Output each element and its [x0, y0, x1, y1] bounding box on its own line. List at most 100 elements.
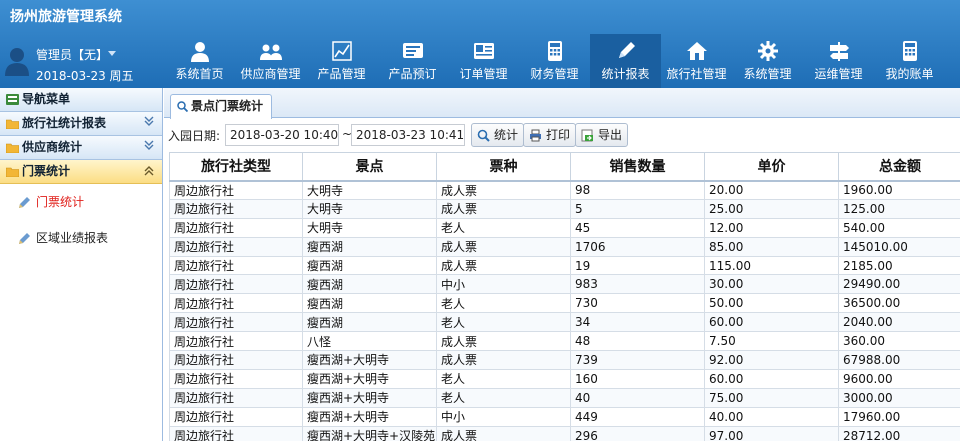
column-header[interactable]: 票种: [436, 152, 571, 182]
sidebar-group-label: 供应商统计: [22, 140, 83, 154]
table-cell: 36500.00: [838, 293, 960, 314]
sidebar-group-0[interactable]: 旅行社统计报表: [0, 112, 162, 136]
print-button[interactable]: 打印: [523, 123, 577, 147]
table-cell: 成人票: [436, 236, 571, 257]
search-icon: [477, 129, 490, 142]
sidebar-header-label: 导航菜单: [22, 92, 71, 106]
table-row[interactable]: 周边旅行社 大明寺 成人票 5 25.00 125.00: [169, 198, 960, 219]
nav-item-label: 产品管理: [317, 67, 366, 81]
table-cell: 老人: [436, 217, 571, 238]
table-cell: 48: [570, 331, 705, 352]
pencil-icon: [19, 197, 30, 208]
table-cell: 老人: [436, 312, 571, 333]
nav-item-0[interactable]: 系统首页: [164, 34, 235, 88]
table-cell: 60.00: [704, 312, 839, 333]
table-row[interactable]: 周边旅行社 瘦西湖+大明寺 中小 449 40.00 17960.00: [169, 406, 960, 427]
sidebar-subitem-0[interactable]: 门票统计: [0, 184, 162, 220]
table-cell: 145010.00: [838, 236, 960, 257]
date-label: 入园日期:: [168, 129, 221, 143]
table-row[interactable]: 周边旅行社 大明寺 老人 45 12.00 540.00: [169, 217, 960, 238]
chevron-up-icon[interactable]: [144, 164, 154, 176]
stat-button-label: 统计: [494, 128, 519, 142]
nav-item-5[interactable]: 财务管理: [519, 34, 590, 88]
table-cell: 成人票: [436, 425, 571, 441]
nav-item-10[interactable]: 我的账单: [874, 34, 945, 88]
menu-icon: [6, 94, 19, 105]
nav-item-8[interactable]: 系统管理: [732, 34, 803, 88]
table-cell: 85.00: [704, 236, 839, 257]
table-cell: 29490.00: [838, 274, 960, 295]
nav-item-label: 旅行社管理: [666, 67, 727, 81]
user-name[interactable]: 管理员【无】: [36, 46, 108, 63]
chevron-down-icon[interactable]: [144, 116, 154, 128]
sidebar-group-2[interactable]: 门票统计: [0, 160, 162, 184]
export-button[interactable]: 导出: [575, 123, 629, 147]
table-row[interactable]: 周边旅行社 大明寺 成人票 98 20.00 1960.00: [169, 180, 960, 200]
sidebar-group-1[interactable]: 供应商统计: [0, 136, 162, 160]
table-cell: 9600.00: [838, 368, 960, 389]
nav-item-1[interactable]: 供应商管理: [235, 34, 306, 88]
chevron-down-icon[interactable]: [144, 140, 154, 152]
nav-item-9[interactable]: 运维管理: [803, 34, 874, 88]
table-cell: 40: [570, 387, 705, 408]
table-cell: 成人票: [436, 198, 571, 219]
table-cell: 瘦西湖+大明寺: [302, 368, 437, 389]
table-cell: 瘦西湖: [302, 255, 437, 276]
nav-item-7[interactable]: 旅行社管理: [661, 34, 732, 88]
table-row[interactable]: 周边旅行社 瘦西湖+大明寺 老人 160 60.00 9600.00: [169, 368, 960, 389]
table-cell: 周边旅行社: [169, 350, 303, 370]
column-header[interactable]: 景点: [302, 152, 437, 182]
end-date-input[interactable]: [351, 124, 465, 146]
table-cell: 周边旅行社: [169, 425, 303, 441]
stat-button[interactable]: 统计: [471, 123, 525, 147]
table-row[interactable]: 周边旅行社 瘦西湖+大明寺+汉陵苑 成人票 296 97.00 28712.00: [169, 425, 960, 441]
home-icon: [686, 42, 707, 60]
table-cell: 瘦西湖: [302, 293, 437, 314]
group-icon: [259, 44, 282, 60]
table-body: 周边旅行社 大明寺 成人票 98 20.00 1960.00 周边旅行社 大明寺 成人票 5 25.…: [169, 180, 960, 441]
signpost-icon: [829, 42, 849, 61]
table-row[interactable]: 周边旅行社 瘦西湖 中小 983 30.00 29490.00: [169, 274, 960, 295]
table-cell: 125.00: [838, 198, 960, 219]
table-row[interactable]: 周边旅行社 瘦西湖 成人票 19 115.00 2185.00: [169, 255, 960, 276]
table-row[interactable]: 周边旅行社 瘦西湖+大明寺 成人票 739 92.00 67988.00: [169, 350, 960, 370]
nav-item-label: 运维管理: [814, 67, 863, 81]
table-cell: 92.00: [704, 350, 839, 370]
column-header[interactable]: 旅行社类型: [169, 152, 303, 182]
table-cell: 八怪: [302, 331, 437, 352]
print-button-label: 打印: [546, 128, 571, 142]
start-date-input[interactable]: [225, 124, 339, 146]
table-row[interactable]: 周边旅行社 瘦西湖 成人票 1706 85.00 145010.00: [169, 236, 960, 257]
nav-item-2[interactable]: 产品管理: [306, 34, 377, 88]
app-title: 扬州旅游管理系统: [10, 9, 122, 25]
table-cell: 5: [570, 198, 705, 219]
table-cell: 瘦西湖+大明寺+汉陵苑: [302, 425, 437, 441]
column-header[interactable]: 销售数量: [570, 152, 705, 182]
table-cell: 30.00: [704, 274, 839, 295]
column-header[interactable]: 总金额: [838, 152, 960, 182]
tab-ticket-stats[interactable]: 景点门票统计: [170, 94, 272, 119]
person-icon: [190, 42, 209, 62]
nav-item-3[interactable]: 产品预订: [377, 34, 448, 88]
news-icon: [402, 43, 423, 58]
table-cell: 25.00: [704, 198, 839, 219]
folder-icon: [6, 119, 19, 129]
chevron-down-icon[interactable]: [108, 51, 116, 56]
table-row[interactable]: 周边旅行社 瘦西湖 老人 730 50.00 36500.00: [169, 293, 960, 314]
app-header: 扬州旅游管理系统 管理员【无】 2018-03-23 周五 系统首页 供应商管理 产…: [0, 0, 960, 88]
export-button-label: 导出: [598, 128, 623, 142]
nav-item-6[interactable]: 统计报表: [590, 34, 661, 88]
table-cell: 7.50: [704, 331, 839, 352]
table-cell: 28712.00: [838, 425, 960, 441]
table-row[interactable]: 周边旅行社 八怪 成人票 48 7.50 360.00: [169, 331, 960, 352]
data-table: 旅行社类型 景点 票种 销售数量 单价 总金额 周边旅行社 大明寺 成人票 98 20.00 196…: [169, 152, 960, 441]
nav-item-4[interactable]: 订单管理: [448, 34, 519, 88]
table-cell: 周边旅行社: [169, 217, 303, 238]
column-header[interactable]: 单价: [704, 152, 839, 182]
table-cell: 360.00: [838, 331, 960, 352]
table-cell: 周边旅行社: [169, 255, 303, 276]
table-cell: 周边旅行社: [169, 331, 303, 352]
table-row[interactable]: 周边旅行社 瘦西湖 老人 34 60.00 2040.00: [169, 312, 960, 333]
table-cell: 老人: [436, 293, 571, 314]
table-row[interactable]: 周边旅行社 瘦西湖+大明寺 老人 40 75.00 3000.00: [169, 387, 960, 408]
